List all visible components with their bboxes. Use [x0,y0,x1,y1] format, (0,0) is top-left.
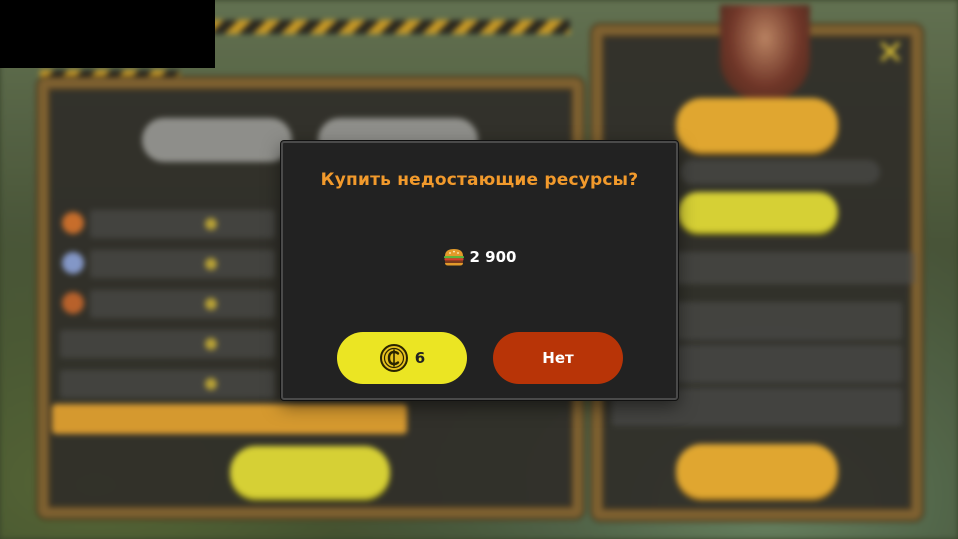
no-button-label: Нет [542,349,574,367]
no-button[interactable]: Нет [493,332,623,384]
cost-amount: 2 900 [469,248,517,266]
buy-with-coins-button[interactable]: 6 [337,332,467,384]
buy-resources-dialog: Купить недостающие ресурсы? 2 900 6 Нет [281,141,678,400]
burger-icon [443,248,465,266]
cost-row: 2 900 [283,248,676,266]
buy-button-price: 6 [414,349,426,367]
dialog-title: Купить недостающие ресурсы? [320,170,639,190]
coin-icon [379,343,409,373]
